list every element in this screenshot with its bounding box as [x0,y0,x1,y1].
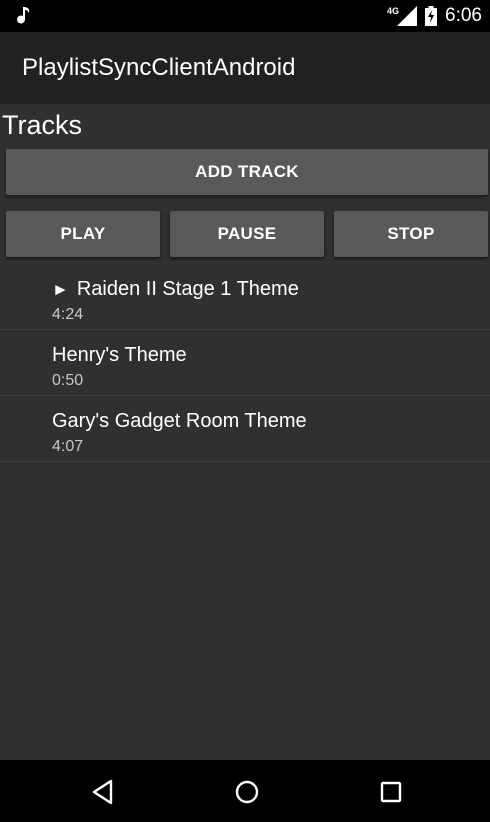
app-title: PlaylistSyncClientAndroid [22,54,296,81]
tracks-heading: Tracks [2,110,82,140]
add-track-button[interactable]: ADD TRACK [6,149,488,195]
stop-button[interactable]: STOP [334,211,488,257]
back-icon[interactable] [89,777,119,807]
track-title-text: Gary's Gadget Room Theme [52,410,307,432]
home-icon[interactable] [232,777,262,807]
track-item[interactable]: Henry's Theme 0:50 [0,330,490,396]
battery-charging-icon [425,6,438,26]
signal-icon [397,6,418,26]
track-item[interactable]: Gary's Gadget Room Theme 4:07 [0,396,490,462]
action-bar: PlaylistSyncClientAndroid [0,32,490,104]
recents-icon[interactable] [376,777,406,807]
track-title: ► Raiden II Stage 1 Theme [52,278,299,301]
track-duration: 4:07 [52,438,84,455]
music-note-icon [17,7,30,24]
track-title-text: Raiden II Stage 1 Theme [76,278,299,300]
pause-button[interactable]: PAUSE [170,211,324,257]
track-title-text: Henry's Theme [52,344,187,366]
track-duration: 0:50 [52,372,84,389]
status-time: 6:06 [445,5,482,26]
navigation-bar [0,760,490,822]
play-button[interactable]: PLAY [6,211,160,257]
track-list: ► Raiden II Stage 1 Theme 4:24 Henry's Th… [0,264,490,462]
track-duration: 4:24 [52,306,84,323]
now-playing-icon: ► [52,280,69,299]
track-item[interactable]: ► Raiden II Stage 1 Theme 4:24 [0,264,490,330]
track-title: Gary's Gadget Room Theme [52,410,307,433]
status-bar: 4G 6:06 [0,0,490,32]
track-title: Henry's Theme [52,344,187,367]
